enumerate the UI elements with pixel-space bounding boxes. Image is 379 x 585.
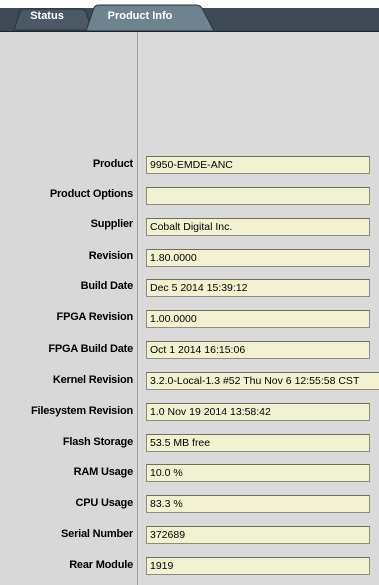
cpu-usage-field[interactable]: 83.3 % <box>146 495 370 513</box>
fpga-build-date-field[interactable]: Oct 1 2014 16:15:06 <box>146 341 370 359</box>
build-date-label: Build Date <box>80 280 134 292</box>
fpga-build-date-label: FPGA Build Date <box>48 343 133 355</box>
revision-field[interactable]: 1.80.0000 <box>146 249 370 267</box>
kernel-revision-field[interactable]: 3.2.0-Local-1.3 #52 Thu Nov 6 12:55:58 C… <box>146 372 379 390</box>
tab-product-info[interactable]: Product Info <box>90 0 190 32</box>
flash-storage-label: Flash Storage <box>62 436 133 448</box>
values-column: 9950-EMDE-ANC Cobalt Digital Inc. 1.80.0… <box>138 32 379 585</box>
kernel-revision-label: Kernel Revision <box>52 374 133 386</box>
labels-column: Product Product Options Supplier Revisio… <box>0 32 138 585</box>
ram-usage-label: RAM Usage <box>73 466 134 478</box>
product-options-label: Product Options <box>49 188 133 200</box>
product-options-field[interactable] <box>146 187 370 205</box>
supplier-field[interactable]: Cobalt Digital Inc. <box>146 218 370 236</box>
tab-bar: Status Product Info <box>0 0 379 32</box>
product-info-panel: Product Product Options Supplier Revisio… <box>0 32 379 585</box>
fpga-revision-label: FPGA Revision <box>56 311 134 323</box>
rear-module-field[interactable]: 1919 <box>146 557 370 575</box>
supplier-label: Supplier <box>90 218 134 230</box>
serial-number-field[interactable]: 372689 <box>146 526 370 544</box>
ram-usage-field[interactable]: 10.0 % <box>146 464 370 482</box>
tab-status-label: Status <box>30 10 64 22</box>
revision-label: Revision <box>88 250 133 262</box>
build-date-field[interactable]: Dec 5 2014 15:39:12 <box>146 279 370 297</box>
tab-status[interactable]: Status <box>14 0 80 32</box>
serial-number-label: Serial Number <box>61 528 133 540</box>
product-label: Product <box>92 158 133 170</box>
filesystem-revision-label: Filesystem Revision <box>31 405 133 417</box>
fpga-revision-field[interactable]: 1.00.0000 <box>146 310 370 328</box>
rear-module-label: Rear Module <box>69 559 133 571</box>
cpu-usage-label: CPU Usage <box>75 497 134 509</box>
flash-storage-field[interactable]: 53.5 MB free <box>146 434 370 452</box>
filesystem-revision-field[interactable]: 1.0 Nov 19 2014 13:58:42 <box>146 403 370 421</box>
tab-product-info-label: Product Info <box>107 10 173 22</box>
product-field[interactable]: 9950-EMDE-ANC <box>146 156 370 174</box>
